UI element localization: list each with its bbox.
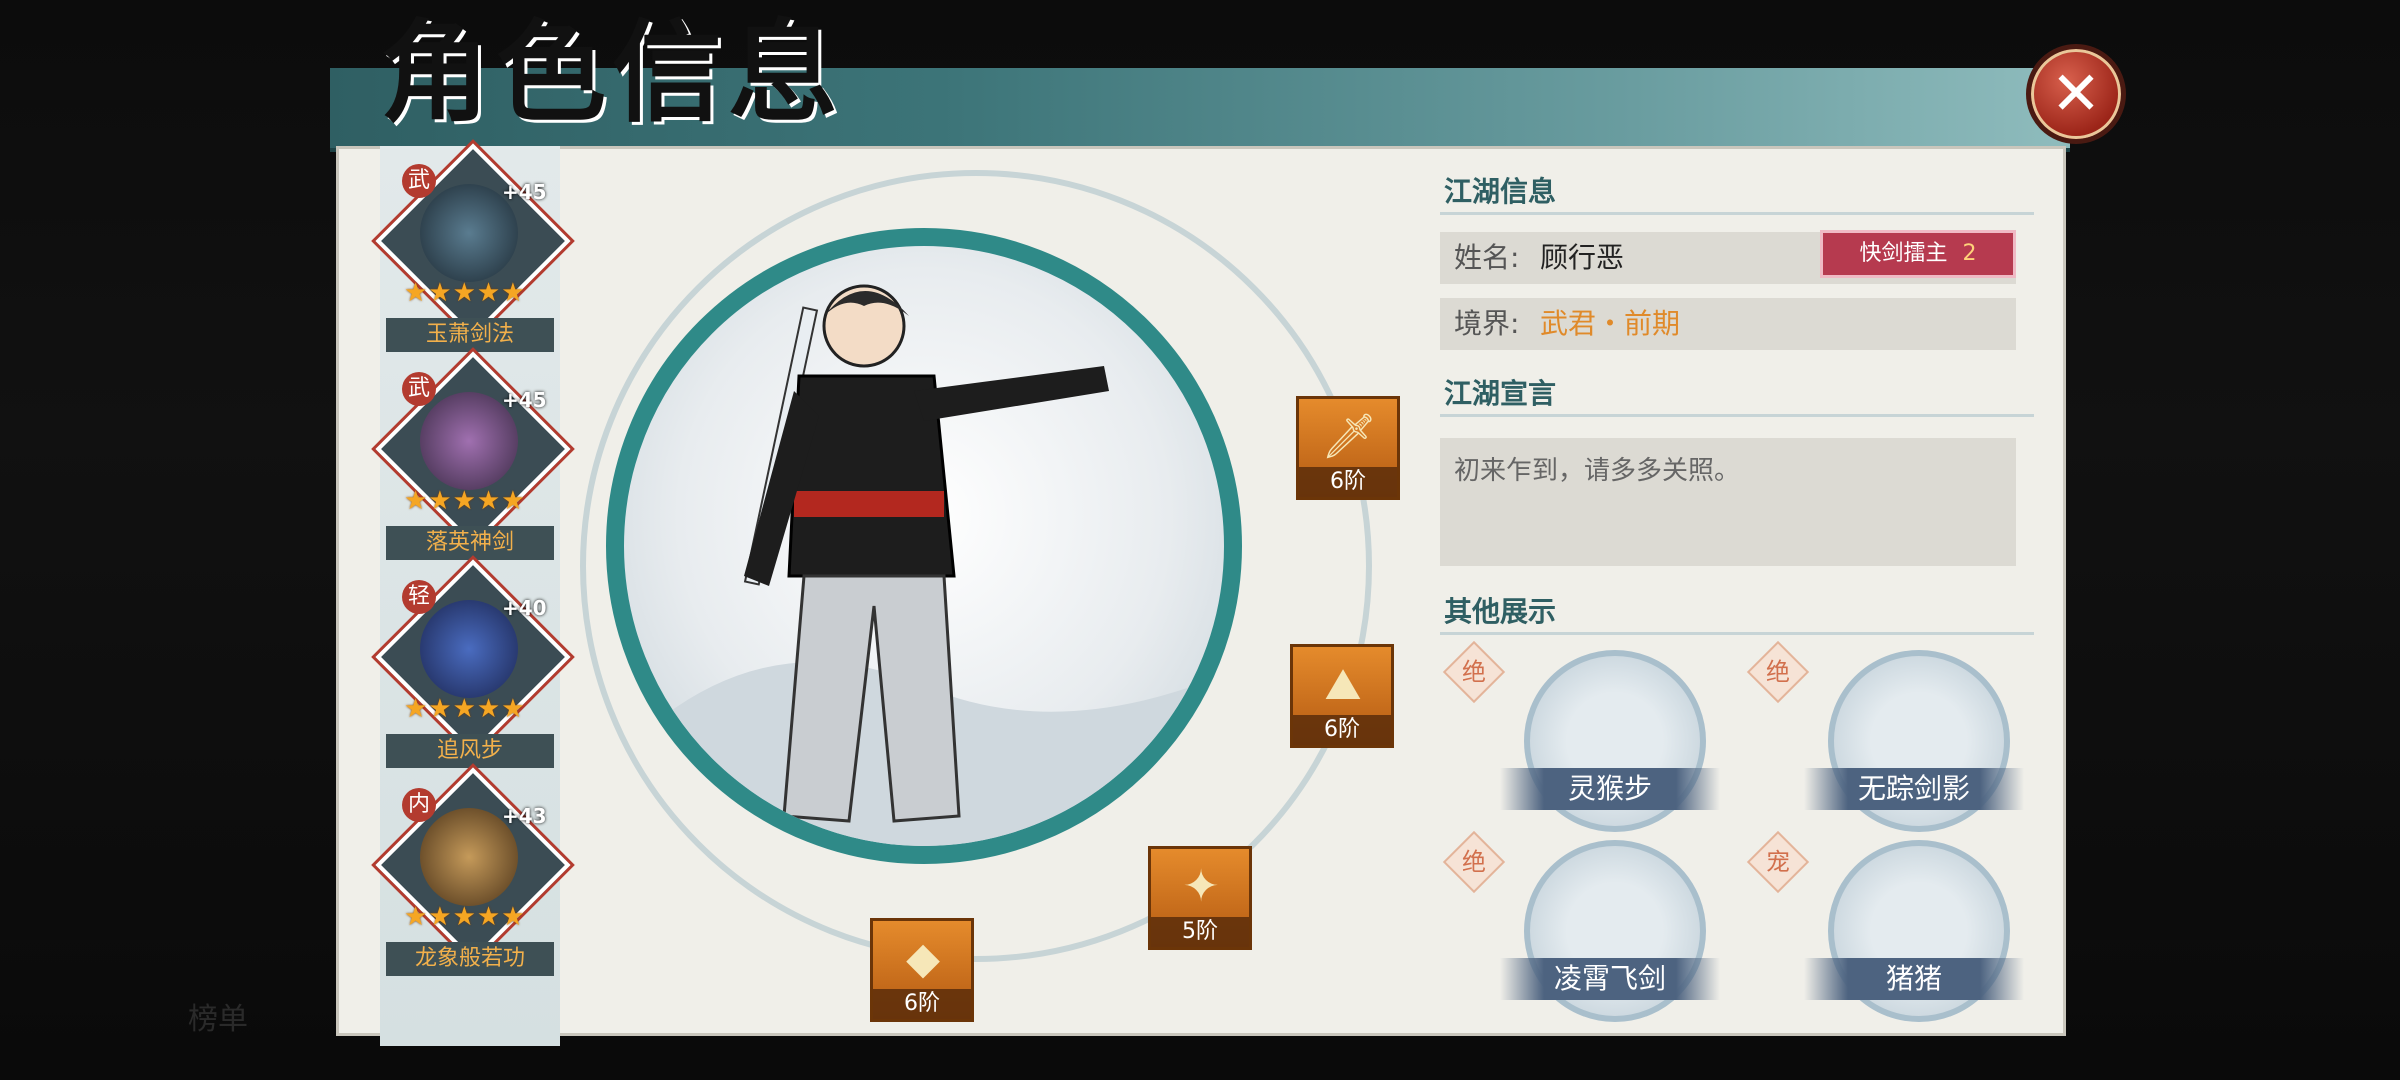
realm-label: 境界:	[1454, 307, 1520, 340]
skill-item[interactable]: 内 +43 ★★★★★ 龙象般若功	[375, 767, 571, 986]
skill-name: 落英神剑	[386, 526, 554, 560]
showcase-name: 凌霄飞剑	[1500, 958, 1720, 1000]
name-value: 顾行恶	[1540, 241, 1625, 274]
panel-title: 角色信息	[380, 8, 844, 137]
skill-stars: ★★★★★	[404, 902, 526, 932]
equipment-slot-boots[interactable]: ◆ 6阶	[870, 918, 974, 1022]
skill-item[interactable]: 武 +45 ★★★★★ 落英神剑	[375, 351, 571, 570]
skill-bonus: +43	[502, 804, 547, 828]
section-title-showcase: 其他展示	[1444, 595, 1557, 628]
equipment-level: 6阶	[873, 989, 971, 1019]
section-divider	[1440, 632, 2034, 635]
skill-name: 追风步	[386, 734, 554, 768]
skill-stars: ★★★★★	[404, 278, 526, 308]
showcase-name: 无踪剑影	[1804, 768, 2024, 810]
badge-label: 快剑擂主	[1859, 241, 1948, 266]
skill-stars: ★★★★★	[404, 694, 526, 724]
skill-type-badge: 武	[402, 372, 436, 406]
grade-badge: 绝	[1442, 640, 1506, 704]
skill-bonus: +45	[502, 388, 547, 412]
showcase-item[interactable]: 宠 猪猪	[1746, 830, 2056, 1025]
badge-number: 2	[1962, 241, 1977, 266]
close-icon: ✕	[2050, 59, 2102, 129]
section-title-info: 江湖信息	[1444, 175, 1557, 208]
armor-icon: ✦	[1182, 861, 1220, 912]
hat-icon: ⛰	[1324, 659, 1362, 710]
skill-type-badge: 内	[402, 788, 436, 822]
grade-badge: 绝	[1442, 830, 1506, 894]
close-button[interactable]: ✕	[2026, 44, 2126, 144]
grade-badge: 绝	[1746, 640, 1810, 704]
title-badge[interactable]: 快剑擂主 2	[1820, 230, 2016, 278]
realm-value: 武君・前期	[1540, 307, 1681, 340]
sword-icon: 🗡	[1321, 411, 1377, 462]
skill-name: 龙象般若功	[386, 942, 554, 976]
background-ranking-label: 榜单	[188, 1002, 248, 1037]
equipment-level: 6阶	[1293, 715, 1391, 745]
showcase-name: 猪猪	[1804, 958, 2024, 1000]
manifesto-text: 初来乍到，请多多关照。	[1440, 438, 2016, 566]
section-divider	[1440, 414, 2034, 417]
character-portrait	[606, 228, 1242, 864]
skill-bonus: +45	[502, 180, 547, 204]
skill-name: 玉萧剑法	[386, 318, 554, 352]
character-figure	[632, 284, 1224, 846]
equipment-slot-hat[interactable]: ⛰ 6阶	[1290, 644, 1394, 748]
grade-badge: 宠	[1746, 830, 1810, 894]
equipment-slot-weapon[interactable]: 🗡 6阶	[1296, 396, 1400, 500]
showcase-item[interactable]: 绝 凌霄飞剑	[1442, 830, 1752, 1025]
realm-row: 境界: 武君・前期	[1440, 298, 2016, 350]
equipment-level: 6阶	[1299, 467, 1397, 497]
skill-type-badge: 武	[402, 164, 436, 198]
showcase-item[interactable]: 绝 无踪剑影	[1746, 640, 2056, 835]
section-title-manifesto: 江湖宣言	[1444, 377, 1557, 410]
section-divider	[1440, 212, 2034, 215]
boots-icon: ◆	[906, 933, 940, 984]
equipment-level: 5阶	[1151, 917, 1249, 947]
name-label: 姓名:	[1454, 241, 1520, 274]
skill-bonus: +40	[502, 596, 547, 620]
showcase-item[interactable]: 绝 灵猴步	[1442, 640, 1752, 835]
skill-stars: ★★★★★	[404, 486, 526, 516]
showcase-name: 灵猴步	[1500, 768, 1720, 810]
skill-item[interactable]: 武 +45 ★★★★★ 玉萧剑法	[375, 143, 571, 362]
equipment-slot-armor[interactable]: ✦ 5阶	[1148, 846, 1252, 950]
skill-type-badge: 轻	[402, 580, 436, 614]
skill-item[interactable]: 轻 +40 ★★★★★ 追风步	[375, 559, 571, 778]
